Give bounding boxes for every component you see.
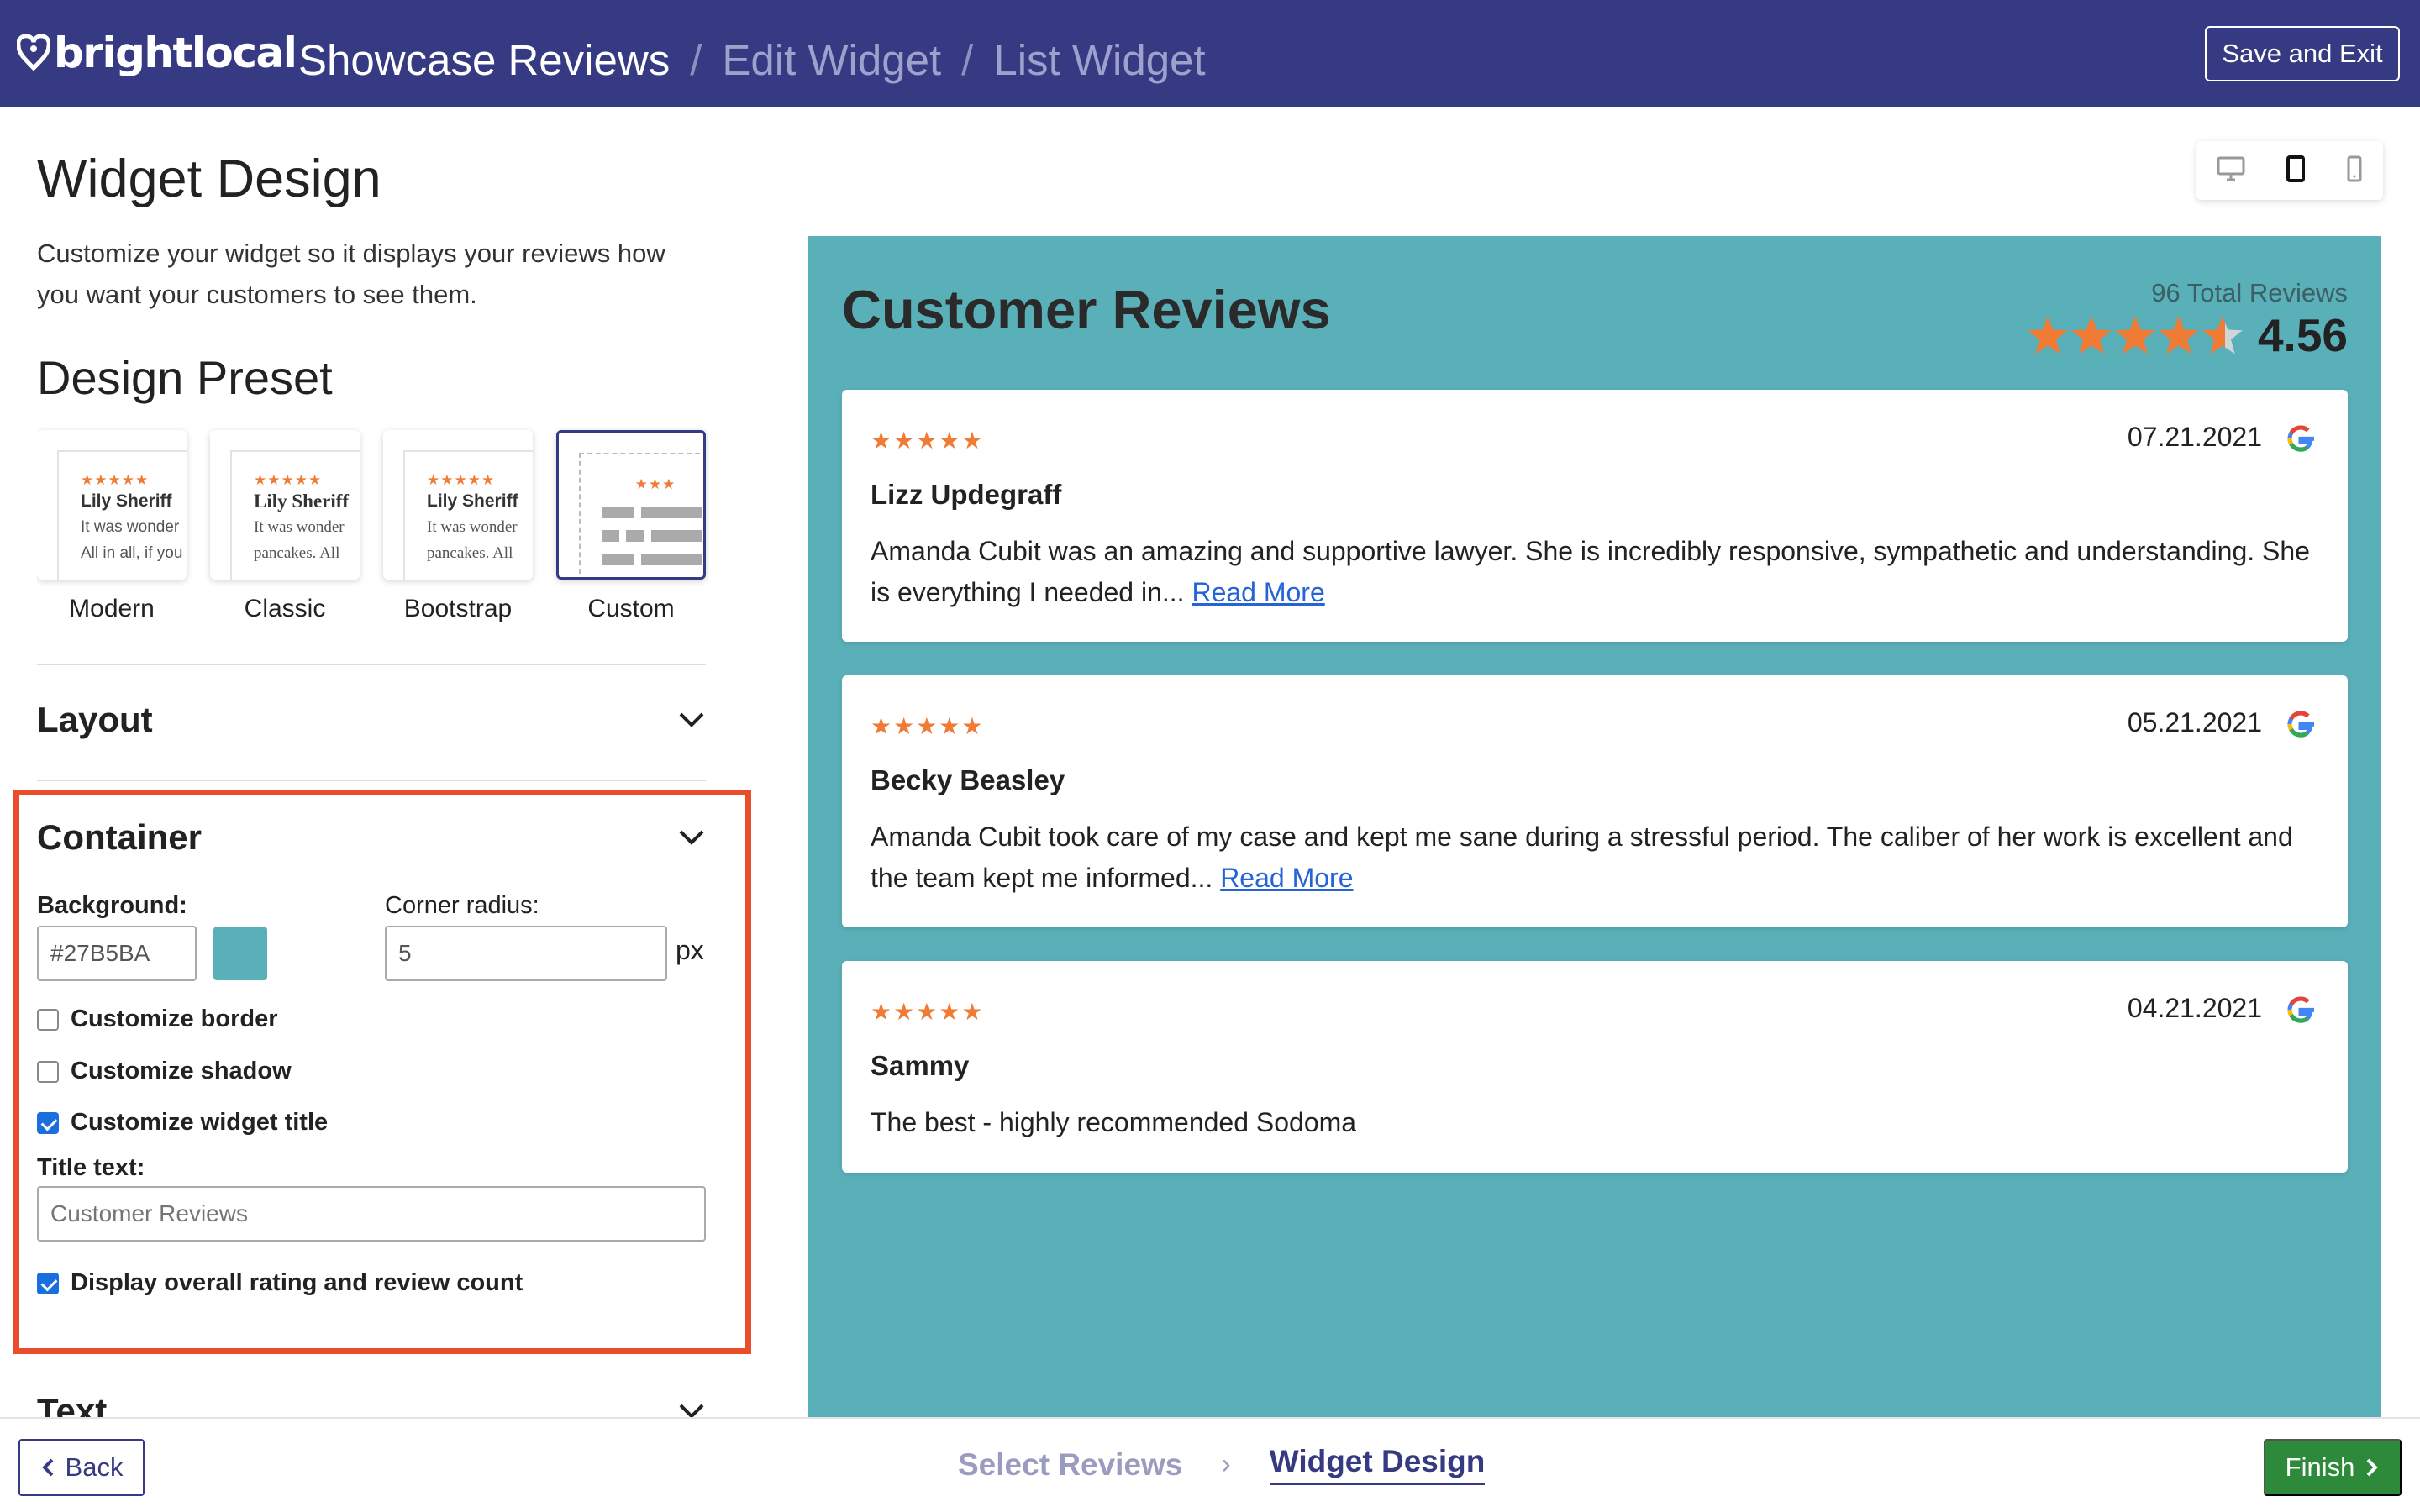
preset-modern[interactable]: ★★★★★ Lily Sheriff It was wonder All in … [37,430,187,623]
preset-label: Modern [69,595,155,622]
rating-star [2159,316,2199,354]
rating-star [2202,316,2243,354]
review-body: The best - highly recommended Sodoma [871,1107,1357,1137]
device-preview-toggle [2196,141,2383,200]
layout-section-header[interactable]: Layout [37,695,706,745]
sample-text: All in all, if you [81,544,183,562]
chevron-down-icon[interactable] [677,706,706,734]
reviewer-name: Sammy [871,1050,970,1081]
top-bar: brightlocal Showcase Reviews / Edit Widg… [0,0,2420,107]
breadcrumb-separator: / [961,35,974,84]
breadcrumb-showcase-reviews[interactable]: Showcase Reviews [298,35,670,85]
review-stars: ★★★★★ [871,428,985,454]
rating-stars: ★★★★★ [254,472,323,488]
preset-label: Classic [244,595,326,622]
layout-section-title: Layout [37,700,153,739]
breadcrumb: Showcase Reviews / Edit Widget / List Wi… [298,30,1206,89]
rating-stars: ★★★★★ [81,472,150,488]
sample-name: Lily Sheriff [254,491,350,512]
overall-rating-stars [2028,316,2243,354]
preset-thumbnail: ★★★ [556,430,706,580]
step-widget-design[interactable]: Widget Design [1269,1444,1486,1485]
preset-classic[interactable]: ★★★★★ Lily Sheriff It was wonder pancake… [210,430,360,623]
overall-rating: 4.56 [2026,308,2348,362]
wizard-steps: Select Reviews › Widget Design [958,1444,1486,1485]
total-reviews-count: 96 Total Reviews [2151,278,2348,307]
logo-text: brightlocal [54,29,297,77]
design-preset-heading: Design Preset [37,351,333,404]
mobile-icon[interactable] [2346,155,2363,186]
bottom-bar: Back Select Reviews › Widget Design Fini… [0,1417,2420,1512]
step-select-reviews[interactable]: Select Reviews [958,1447,1182,1483]
finish-label: Finish [2285,1452,2355,1482]
highlight-box [13,790,751,1354]
read-more-link[interactable]: Read More [1220,863,1353,893]
breadcrumb-separator: / [690,35,702,84]
chevron-right-icon [2366,1458,2379,1477]
page-title: Widget Design [37,150,381,208]
reviewer-name: Lizz Updegraff [871,479,1062,510]
design-preset-list: ★★★★★ Lily Sheriff It was wonder All in … [37,430,709,623]
review-text: Amanda Cubit took care of my case and ke… [871,816,2316,899]
overall-rating-value: 4.56 [2257,309,2348,361]
review-card: ★★★★★ 05.21.2021 Becky Beasley Amanda Cu… [842,675,2348,927]
widget-title: Customer Reviews [842,279,1331,340]
page-description: Customize your widget so it displays you… [37,239,666,309]
save-and-exit-button[interactable]: Save and Exit [2205,26,2400,81]
breadcrumb-list-widget: List Widget [993,35,1206,84]
google-icon [2287,996,2314,1023]
review-date: 07.21.2021 [2127,422,2262,452]
preset-label: Custom [587,595,675,622]
sample-name: Lily Sheriff [81,491,172,511]
read-more-link[interactable]: Read More [1192,577,1324,607]
text-section-header[interactable]: Text [37,1386,706,1417]
review-card: ★★★★★ 07.21.2021 Lizz Updegraff Amanda C… [842,390,2348,642]
back-button[interactable]: Back [18,1439,145,1496]
chevron-right-icon: › [1221,1448,1231,1480]
review-date: 05.21.2021 [2127,707,2262,738]
divider [37,780,706,781]
divider [37,664,706,665]
sample-text: pancakes. All [427,544,513,562]
text-section-title: Text [37,1391,108,1417]
review-body: Amanda Cubit took care of my case and ke… [871,822,2293,893]
chevron-left-icon [41,1458,53,1477]
rating-star [2028,316,2068,354]
review-body: Amanda Cubit was an amazing and supporti… [871,536,2310,607]
preset-bootstrap[interactable]: ★★★★★ Lily Sheriff It was wonder pancake… [383,430,533,623]
rating-stars: ★★★ [634,476,676,492]
brightlocal-logo[interactable]: brightlocal [17,24,297,82]
preset-custom[interactable]: ★★★ Custom [556,430,706,623]
preset-label: Bootstrap [403,595,513,622]
reviewer-name: Becky Beasley [871,764,1065,795]
sample-text: It was wonder [81,518,180,536]
chevron-down-icon[interactable] [677,1397,706,1417]
finish-button[interactable]: Finish [2264,1439,2402,1496]
tablet-icon[interactable] [2286,155,2306,186]
rating-star [2071,316,2112,354]
rating-stars: ★★★★★ [427,472,496,488]
google-icon [2287,425,2314,452]
sample-text: pancakes. All [254,544,340,562]
review-text: Amanda Cubit was an amazing and supporti… [871,531,2316,613]
review-card: ★★★★★ 04.21.2021 Sammy The best - highly… [842,961,2348,1173]
preset-thumbnail: ★★★★★ Lily Sheriff It was wonder pancake… [210,430,360,580]
review-text: The best - highly recommended Sodoma [871,1102,2316,1143]
desktop-icon[interactable] [2217,156,2245,186]
back-label: Back [65,1452,124,1482]
heart-pin-icon [17,34,50,71]
google-icon [2287,711,2314,738]
review-date: 04.21.2021 [2127,993,2262,1023]
widget-preview: Customer Reviews 96 Total Reviews 4.56 ★… [808,236,2381,1417]
review-stars: ★★★★★ [871,713,985,739]
rating-star [2115,316,2155,354]
breadcrumb-edit-widget[interactable]: Edit Widget [722,35,941,85]
preset-thumbnail: ★★★★★ Lily Sheriff It was wonder All in … [37,430,187,580]
sample-name: Lily Sheriff [427,491,518,511]
sample-text: It was wonder [427,518,518,536]
sample-text: It was wonder [254,518,345,536]
review-stars: ★★★★★ [871,999,985,1025]
preset-thumbnail: ★★★★★ Lily Sheriff It was wonder pancake… [383,430,533,580]
